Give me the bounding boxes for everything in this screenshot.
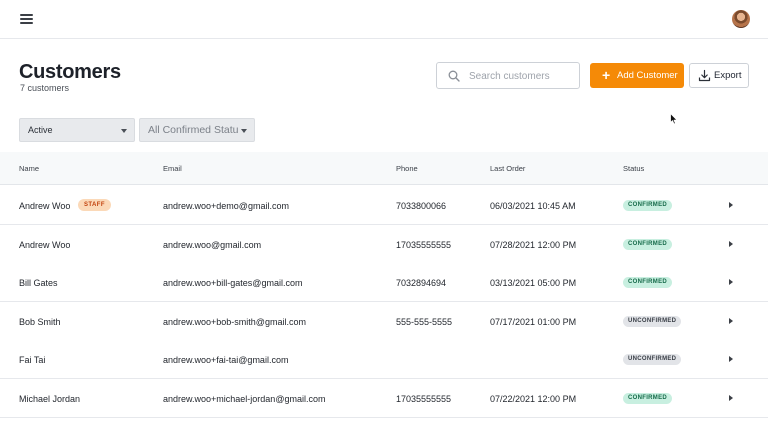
add-customer-button[interactable]: + Add Customer: [590, 63, 684, 88]
customer-email: andrew.woo+bob-smith@gmail.com: [163, 316, 306, 327]
search-icon: [448, 70, 460, 82]
customer-phone: 7033800066: [396, 201, 447, 211]
confirmation-filter-select[interactable]: All Confirmed Statu: [139, 118, 255, 142]
table-row[interactable]: Michael Jordan andrew.woo+michael-jordan@…: [0, 378, 768, 418]
table-row[interactable]: Andrew Woo andrew.woo@gmail.com 1703555555…: [0, 224, 768, 264]
customer-count: 7 customers: [20, 83, 70, 93]
plus-icon: +: [602, 67, 611, 83]
column-header-phone[interactable]: Phone: [396, 164, 418, 173]
status-badge: UNCONFIRMED: [623, 354, 682, 365]
customer-last-order: 06/03/2021 10:45 AM: [490, 201, 576, 211]
customer-last-order: 07/17/2021 01:00 PM: [490, 316, 577, 327]
chevron-right-icon[interactable]: [729, 317, 733, 324]
table-row[interactable]: Bill Gates andrew.woo+bill-gates@gmail.co…: [0, 263, 768, 302]
chevron-down-icon: [121, 129, 127, 133]
table-header: Name Email Phone Last Order Status: [0, 152, 768, 185]
chevron-right-icon[interactable]: [729, 202, 733, 208]
status-badge: UNCONFIRMED: [623, 315, 682, 327]
customer-phone: 555-555-5555: [396, 316, 453, 327]
add-customer-label: Add Customer: [617, 70, 678, 81]
status-filter-select[interactable]: Active: [19, 118, 135, 142]
status-badge: CONFIRMED: [623, 238, 673, 250]
chevron-right-icon[interactable]: [729, 279, 733, 285]
column-header-email[interactable]: Email: [163, 164, 182, 173]
chevron-down-icon: [241, 129, 247, 133]
column-header-status[interactable]: Status: [623, 164, 644, 173]
chevron-right-icon[interactable]: [729, 394, 733, 401]
table-row[interactable]: Andrew Woo andrew.woo+demo@gmail.com 70338…: [0, 186, 768, 225]
customer-name: Andrew Woo: [19, 201, 71, 211]
customer-name: Bill Gates: [19, 278, 58, 288]
column-header-name[interactable]: Name: [19, 164, 39, 173]
customer-name: Bob Smith: [19, 316, 61, 327]
staff-badge: STAFF: [78, 199, 111, 211]
status-badge: CONFIRMED: [623, 392, 673, 404]
table-row[interactable]: Fai Tai andrew.woo+fai-tai@gmail.com UNCON…: [0, 340, 768, 379]
status-badge: CONFIRMED: [623, 200, 673, 211]
customer-email: andrew.woo+demo@gmail.com: [163, 201, 289, 211]
chevron-right-icon[interactable]: [729, 240, 733, 247]
status-filter-value: Active: [28, 125, 53, 135]
top-bar: [0, 0, 768, 39]
customer-email: andrew.woo+michael-jordan@gmail.com: [163, 393, 326, 404]
search-input[interactable]: Search customers: [436, 62, 580, 89]
customer-phone: 17035555555: [396, 239, 452, 250]
customer-phone: 17035555555: [396, 393, 452, 404]
search-placeholder: Search customers: [469, 71, 550, 82]
page-title: Customers: [19, 61, 121, 83]
download-icon: [698, 69, 711, 82]
customer-name: Fai Tai: [19, 355, 46, 365]
customer-email: andrew.woo+fai-tai@gmail.com: [163, 355, 289, 365]
customer-name: Andrew Woo: [19, 239, 71, 250]
customer-last-order: 03/13/2021 05:00 PM: [490, 278, 577, 288]
confirmation-filter-value: All Confirmed Statu: [148, 124, 239, 136]
customer-last-order: 07/22/2021 12:00 PM: [490, 393, 577, 404]
table-row[interactable]: Bob Smith andrew.woo+bob-smith@gmail.com 5…: [0, 301, 768, 341]
status-badge: CONFIRMED: [623, 277, 673, 288]
customer-email: andrew.woo+bill-gates@gmail.com: [163, 278, 303, 288]
column-header-last-order[interactable]: Last Order: [490, 164, 525, 173]
export-label: Export: [714, 70, 742, 81]
customer-email: andrew.woo@gmail.com: [163, 239, 262, 250]
customer-phone: 7032894694: [396, 278, 447, 288]
mouse-cursor-icon: [670, 113, 678, 125]
chevron-right-icon[interactable]: [729, 356, 733, 362]
hamburger-menu-icon[interactable]: [20, 14, 33, 24]
export-button[interactable]: Export: [689, 63, 749, 88]
avatar[interactable]: [732, 10, 750, 28]
customer-name: Michael Jordan: [19, 393, 81, 404]
customer-last-order: 07/28/2021 12:00 PM: [490, 239, 577, 250]
